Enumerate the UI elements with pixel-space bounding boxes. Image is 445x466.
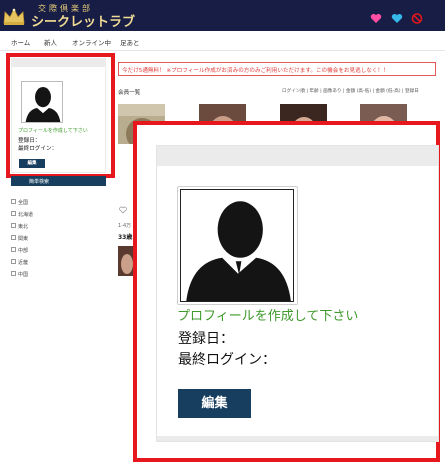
page: 交際倶楽部 シークレットラブ ホーム 新人 オンライン中 足あと プロフィールを… [0,0,445,466]
nav-new[interactable]: 新人 [44,37,57,47]
main-nav: ホーム 新人 オンライン中 足あと [0,31,445,51]
zoomed-card-footer [157,436,438,441]
silhouette-icon [186,201,291,301]
region-label: 中国 [18,272,29,278]
region-label: 全国 [18,200,29,206]
search-title: 簡単検索 [29,179,50,185]
logo-title[interactable]: シークレットラブ [31,11,135,30]
notice-text: 今だけ5通無料！ ※プロフィール作成がお済みの方のみご利用いただけます。この機会… [122,68,389,74]
region-checkbox[interactable] [11,259,16,264]
diamond-icon[interactable] [391,13,403,24]
region-checkbox[interactable] [11,247,16,252]
favorite-heart-icon[interactable] [119,206,127,214]
notice-banner: 今だけ5通無料！ ※プロフィール作成がお済みの方のみご利用いただけます。この機会… [118,62,436,76]
crown-logo-icon [3,8,25,25]
region-checkbox[interactable] [11,211,16,216]
region-label: 関東 [18,236,29,242]
member-meta: 1-4万 [118,223,132,229]
search-header: 簡単検索 [11,176,106,186]
region-label: 東北 [18,224,29,230]
nav-home[interactable]: ホーム [11,37,30,47]
highlight-box-small [6,53,115,178]
last-login-label: 最終ログイン： [178,352,276,368]
region-checkbox[interactable] [11,271,16,276]
zoomed-card-header [157,146,438,166]
zoomed-avatar [180,189,294,302]
region-label: 北海道 [18,212,34,218]
nav-footprints[interactable]: 足あと [120,37,140,47]
site-header: 交際倶楽部 シークレットラブ [0,0,445,31]
member-age: 33歳 [118,234,133,241]
sort-options[interactable]: ログイン順 | 年齢 | 画像あり | 金額 (高-低) | 金額 (低-高) … [282,88,419,94]
registered-label: 登録日： [178,331,234,347]
region-checkbox[interactable] [11,235,16,240]
edit-button[interactable]: 編集 [178,389,251,418]
forbidden-icon[interactable] [411,13,423,24]
region-checkbox[interactable] [11,223,16,228]
member-list-title: 会員一覧 [118,90,141,96]
nav-online[interactable]: オンライン中 [72,37,111,47]
create-profile-link[interactable]: プロフィールを作成して下さい [177,305,358,324]
region-label: 中部 [18,248,29,254]
region-label: 近畿 [18,260,29,266]
region-checkbox[interactable] [11,199,16,204]
heart-icon[interactable] [370,13,382,24]
